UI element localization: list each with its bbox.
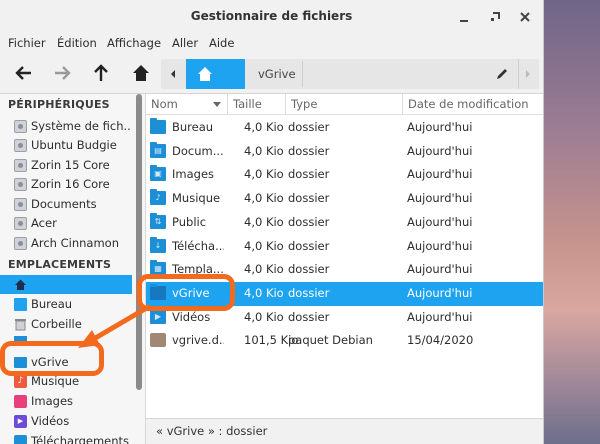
annotation-arrow [78, 303, 152, 348]
